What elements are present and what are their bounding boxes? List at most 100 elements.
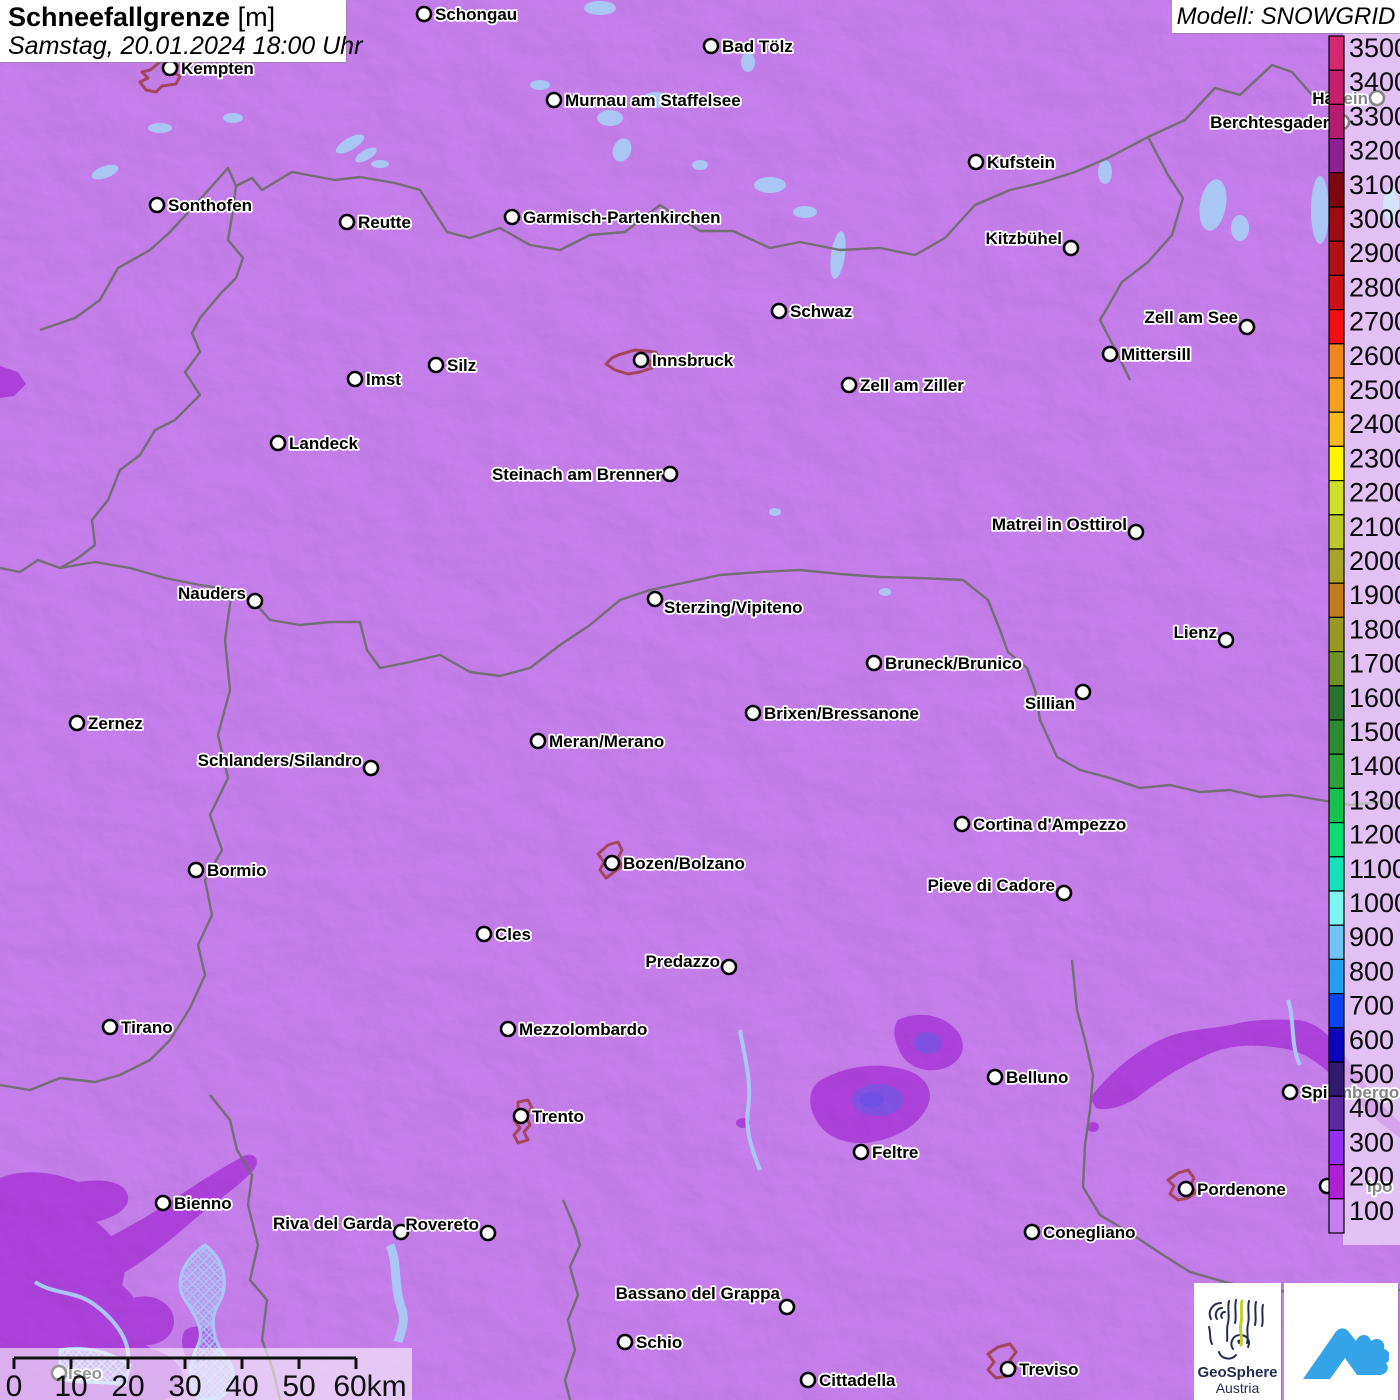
colorbar-cell — [1328, 309, 1345, 345]
city-marker — [148, 196, 166, 214]
city-marker — [603, 854, 621, 872]
city-label: Landeck — [289, 434, 359, 453]
colorbar-tick-label: 2800 — [1349, 272, 1400, 302]
colorbar-cell — [1328, 1095, 1345, 1131]
city-marker — [499, 1020, 517, 1038]
city-label: Garmisch-Partenkirchen — [523, 208, 720, 227]
city-marker — [770, 302, 788, 320]
city-marker — [616, 1333, 634, 1351]
colorbar-tick-label: 2000 — [1349, 546, 1400, 576]
colorbar-tick-label: 1400 — [1349, 751, 1400, 781]
city-label: Schwaz — [790, 302, 852, 321]
colorbar-cell — [1328, 69, 1345, 105]
city-label: Sillian — [1025, 694, 1075, 713]
colorbar-cell — [1328, 138, 1345, 174]
city-label: Imst — [366, 370, 401, 389]
colorbar-tick-label: 1700 — [1349, 649, 1400, 679]
geosphere-logo-panel: GeoSphere Austria — [1194, 1283, 1281, 1400]
mountain-cloud-icon — [1303, 1327, 1389, 1379]
colorbar-tick-label: 1600 — [1349, 683, 1400, 713]
weather-map-screenshot: Kempten Schongau Bad Tölz Murnau am Staffel… — [0, 0, 1400, 1400]
colorbar-tick-label: 400 — [1349, 1093, 1394, 1123]
city-label: Sterzing/Vipiteno — [664, 598, 803, 617]
city-label: Bad Tölz — [722, 37, 793, 56]
city-marker — [1055, 884, 1073, 902]
city-label: Mezzolombardo — [519, 1020, 647, 1039]
title-text: Schneefallgrenze — [8, 2, 231, 32]
city-label: Sonthofen — [168, 196, 252, 215]
city-marker — [999, 1360, 1017, 1378]
city-label: Feltre — [872, 1143, 918, 1162]
colorbar-cell — [1328, 1129, 1345, 1166]
colorbar-cell — [1328, 411, 1345, 448]
city-label: Schlanders/Silandro — [198, 751, 362, 770]
colorbar-cell — [1328, 206, 1345, 242]
city-marker — [101, 1018, 119, 1036]
colorbar-tick-label: 3200 — [1349, 136, 1400, 166]
city-marker — [986, 1068, 1004, 1086]
colorbar-cell — [1328, 103, 1345, 140]
colorbar-tick-label: 2300 — [1349, 443, 1400, 473]
city-label: Kufstein — [987, 153, 1055, 172]
city-marker — [475, 925, 493, 943]
colorbar-cell — [1328, 514, 1345, 550]
colorbar-cell — [1328, 719, 1345, 755]
geosphere-name: GeoSphere — [1197, 1364, 1278, 1381]
city-label: Murnau am Staffelsee — [565, 91, 741, 110]
model-label: Modell: SNOWGRID — [1176, 2, 1396, 30]
city-label: Pordenone — [1197, 1180, 1286, 1199]
scalebar-label: 40 — [225, 1370, 258, 1400]
colorbar-tick-label: 1900 — [1349, 580, 1400, 610]
colorbar-cell — [1328, 958, 1345, 995]
colorbar-tick-label: 200 — [1349, 1162, 1394, 1192]
partner-logo-panel — [1284, 1283, 1398, 1400]
city-label: Cles — [495, 925, 531, 944]
elevation-colorbar: 3500 3400 3300 3200 3100 3000 2900 2800 2700 2600… — [1328, 33, 1400, 1234]
city-marker — [646, 590, 664, 608]
model-panel: Modell: SNOWGRID — [1172, 0, 1400, 33]
city-label: Mittersill — [1121, 345, 1191, 364]
colorbar-tick-label: 900 — [1349, 922, 1394, 952]
city-marker — [1281, 1083, 1299, 1101]
city-marker — [415, 5, 433, 23]
colorbar-cell — [1328, 1027, 1345, 1063]
city-label: Brixen/Bressanone — [764, 704, 919, 723]
scalebar-label: 30 — [168, 1370, 201, 1400]
colorbar-tick-label: 1200 — [1349, 820, 1400, 850]
colorbar-cell — [1328, 274, 1345, 311]
colorbar-cell — [1328, 856, 1345, 892]
city-label: Bassano del Grappa — [616, 1284, 781, 1303]
city-marker — [852, 1143, 870, 1161]
scalebar-label: 20 — [111, 1370, 144, 1400]
map-datetime: Samstag, 20.01.2024 18:00 Uhr — [8, 32, 363, 60]
colorbar-tick-label: 2400 — [1349, 409, 1400, 439]
colorbar-tick-label: 300 — [1349, 1127, 1394, 1157]
colorbar-tick-label: 2500 — [1349, 375, 1400, 405]
colorbar-cell — [1328, 616, 1345, 653]
colorbar-cell — [1328, 480, 1345, 516]
colorbar-cell — [1328, 582, 1345, 619]
city-marker — [427, 356, 445, 374]
city-label: Cittadella — [819, 1371, 896, 1390]
city-marker — [865, 654, 883, 672]
colorbar-tick-label: 2200 — [1349, 478, 1400, 508]
city-label: Tirano — [121, 1018, 173, 1037]
city-marker — [479, 1224, 497, 1242]
city-marker — [1101, 345, 1119, 363]
city-label: Riva del Garda — [273, 1214, 393, 1233]
city-label: Matrei in Osttirol — [992, 515, 1127, 534]
colorbar-cell — [1328, 343, 1345, 379]
colorbar-cell — [1328, 992, 1345, 1029]
colorbar-tick-label: 1800 — [1349, 614, 1400, 644]
colorbar-tick-label: 1100 — [1349, 854, 1400, 884]
scalebar-label: 60km — [333, 1370, 406, 1400]
colorbar-cell — [1328, 1198, 1345, 1234]
city-label: Belluno — [1006, 1068, 1068, 1087]
city-marker — [68, 714, 86, 732]
city-label: Rovereto — [405, 1215, 479, 1234]
colorbar-cell — [1328, 821, 1345, 858]
colorbar-cell — [1328, 1061, 1345, 1097]
colorbar-tick-label: 3400 — [1349, 67, 1400, 97]
colorbar-cell — [1328, 548, 1345, 584]
city-label: Berchtesgaden — [1210, 113, 1333, 132]
